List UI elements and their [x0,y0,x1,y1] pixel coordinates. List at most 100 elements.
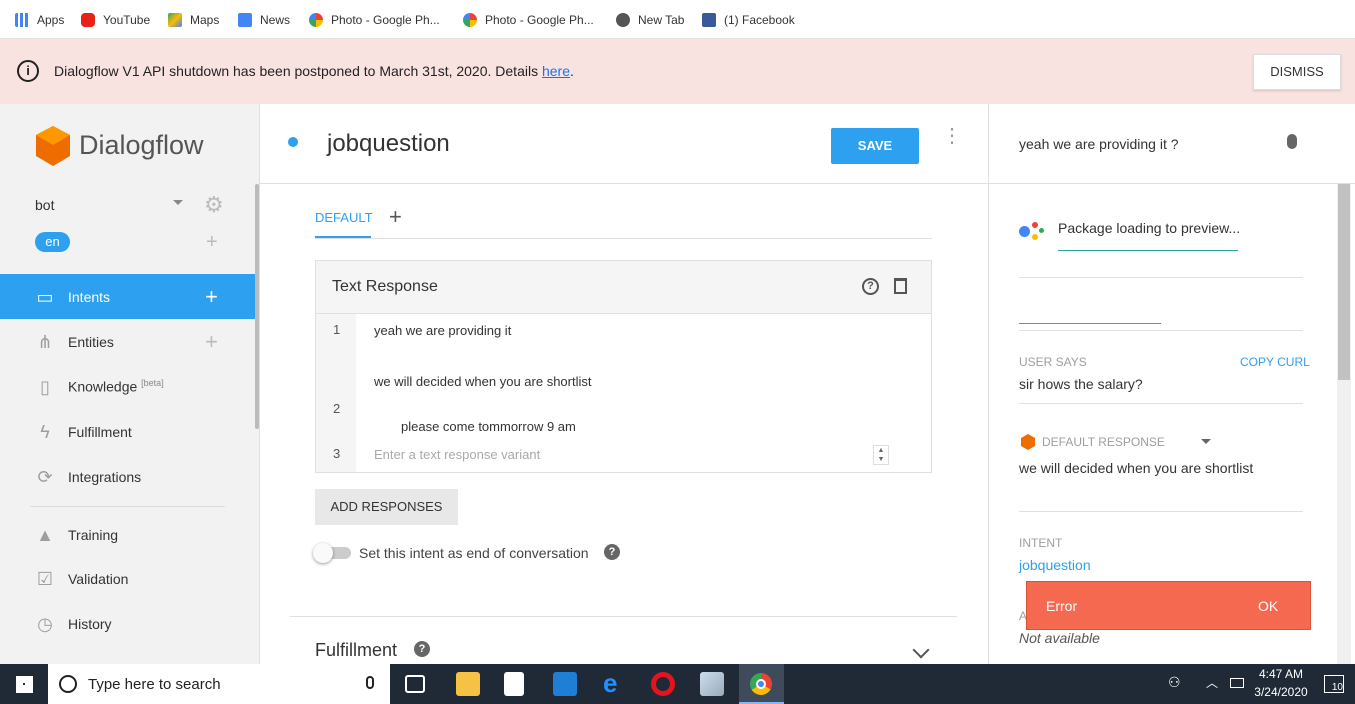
agent-dropdown-icon[interactable] [173,200,183,205]
notification-center-icon[interactable]: 10 [1324,675,1344,693]
end-conversation-toggle[interactable] [313,543,351,563]
taskbar-search-box[interactable]: Type here to search [48,664,390,704]
book-icon: ▯ [40,376,50,397]
intent-link[interactable]: jobquestion [1019,557,1091,573]
edge-icon[interactable]: e [603,668,617,699]
sidebar-item-entities[interactable]: ⋔ Entities + [0,319,255,364]
google-assistant-icon [1019,222,1045,242]
help-icon[interactable]: ? [604,544,620,560]
sidebar-item-knowledge[interactable]: ▯ Knowledge [beta] [0,364,255,409]
sidebar-item-fulfillment[interactable]: ϟ Fulfillment [0,409,255,454]
spinner-icon[interactable]: ▲ ▼ [873,445,889,465]
add-intent-icon[interactable]: + [205,284,218,310]
fulfillment-heading[interactable]: Fulfillment [315,640,397,661]
sidebar-item-intents[interactable]: ▭ Intents + [0,274,255,319]
microphone-icon[interactable] [1287,134,1297,149]
sidebar-item-integrations[interactable]: ⟳ Integrations [0,454,255,499]
clock-date[interactable]: 3/24/2020 [1252,685,1310,699]
copy-curl-link[interactable]: COPY CURL [1240,355,1310,369]
graduation-cap-icon: ▲ [36,524,54,545]
chevron-down-icon[interactable] [912,641,930,659]
ok-button[interactable]: OK [1258,598,1278,614]
action-value: Not available [1019,630,1100,646]
bookmark-photos-1[interactable]: Photo - Google Ph... [309,0,440,39]
try-it-input[interactable]: yeah we are providing it ? [1019,136,1179,152]
bookmark-label: YouTube [103,12,151,27]
bookmark-facebook[interactable]: (1) Facebook [702,0,795,39]
store-icon[interactable] [504,672,524,696]
response-text-2-line2[interactable]: please come tommorrow 9 am [401,419,576,434]
sidebar-scrollbar[interactable] [255,184,259,429]
lightning-icon: ϟ [40,421,50,442]
card-title: Text Response [332,278,438,295]
add-responses-button[interactable]: ADD RESPONSES [315,489,458,525]
mail-icon[interactable] [553,672,577,696]
bookmark-photos-2[interactable]: Photo - Google Ph... [463,0,594,39]
preview-scrollbar[interactable] [1338,184,1350,380]
bookmark-apps[interactable]: Apps [15,0,64,39]
default-response-label: DEFAULT RESPONSE [1042,435,1165,449]
chat-bubble-icon: ▭ [36,286,54,307]
app-icon[interactable] [700,672,724,696]
check-box-icon: ☑ [36,568,54,589]
error-message: Error [1046,598,1078,614]
response-text-2[interactable]: we will decided when you are shortlist [374,374,592,389]
bookmark-maps[interactable]: Maps [168,0,219,39]
add-entity-icon[interactable]: + [205,329,218,355]
row-number: 3 [333,446,341,461]
sidebar-item-label: Integrations [68,468,142,485]
add-tab-icon[interactable]: + [389,204,402,230]
add-language-icon[interactable]: + [206,232,218,252]
notice-banner: i Dialogflow V1 API shutdown has been po… [0,39,1355,104]
sidebar-item-label: History [68,615,112,632]
response-variant-input[interactable]: Enter a text response variant [374,447,540,462]
bookmark-new-tab[interactable]: New Tab [616,0,684,39]
banner-details-link[interactable]: here [542,63,570,79]
language-badge[interactable]: en [35,232,70,252]
apps-grid-icon [15,12,29,27]
bookmark-news[interactable]: News [238,0,290,39]
save-button[interactable]: SAVE [831,128,919,164]
windows-start-icon[interactable] [16,676,33,693]
dialogflow-small-icon [1021,434,1035,450]
more-vert-icon[interactable]: ⋮ [942,126,962,146]
opera-icon[interactable] [651,672,675,696]
bookmark-youtube[interactable]: YouTube [81,0,150,39]
microphone-icon[interactable] [366,676,374,689]
row-number: 2 [333,401,341,416]
people-icon[interactable]: ⚇ [1168,674,1181,691]
intent-name[interactable]: jobquestion [327,130,450,158]
news-icon [238,12,252,27]
dialogflow-logo-icon [36,126,70,166]
help-icon[interactable]: ? [414,641,430,657]
globe-icon [616,12,630,27]
error-toast: Error OK [1026,581,1311,630]
sidebar-item-training[interactable]: ▲ Training [0,512,255,557]
battery-icon[interactable] [1230,678,1244,688]
gear-icon[interactable]: ⚙ [204,194,224,216]
sidebar-item-label: Validation [68,570,129,587]
google-photos-icon [463,12,477,27]
sidebar-item-label: Training [68,526,119,543]
sidebar-item-history[interactable]: ◷ History [0,601,255,646]
chevron-up-icon[interactable]: ︿ [1206,674,1218,691]
help-icon[interactable]: ? [862,278,879,295]
preview-panel: yeah we are providing it ? Package loadi… [988,104,1355,664]
default-response-text: we will decided when you are shortlist [1019,460,1254,476]
agent-name[interactable]: bot [35,197,54,213]
clock-time[interactable]: 4:47 AM [1256,667,1306,681]
beta-badge: [beta] [141,378,164,389]
response-text-1[interactable]: yeah we are providing it [374,323,511,338]
dismiss-button[interactable]: DISMISS [1253,54,1341,90]
task-view-icon[interactable] [405,675,425,693]
chrome-taskbar-item[interactable] [739,664,784,704]
tab-default[interactable]: DEFAULT [315,210,373,225]
row-number: 1 [333,322,341,337]
delete-icon[interactable] [894,278,907,294]
package-loading-text: Package loading to preview... [1058,220,1241,236]
sidebar-item-validation[interactable]: ☑ Validation [0,556,255,601]
dropdown-arrow-icon[interactable] [1201,439,1211,444]
file-explorer-icon[interactable] [456,672,480,696]
status-dot [288,137,298,147]
taskbar-search-input[interactable]: Type here to search [88,676,221,693]
